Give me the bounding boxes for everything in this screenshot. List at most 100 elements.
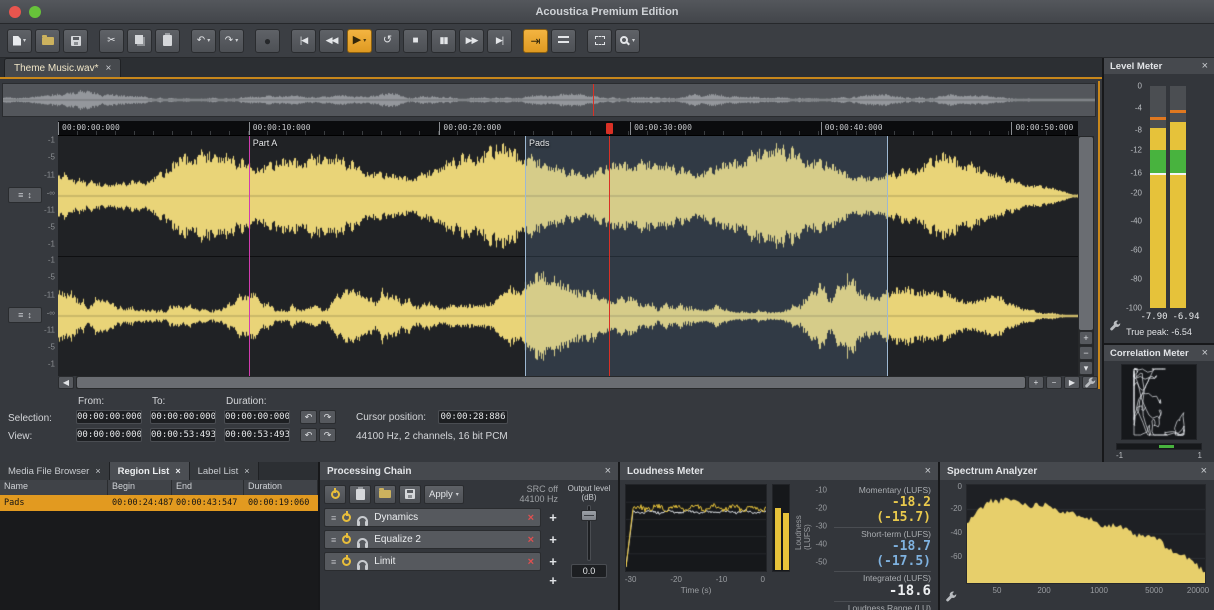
selection-duration-field[interactable] xyxy=(224,410,290,424)
power-icon[interactable] xyxy=(342,557,351,566)
record-button[interactable]: ● xyxy=(255,29,280,53)
mixer-button[interactable] xyxy=(551,29,576,53)
zoom-tool-button[interactable]: ▾ xyxy=(615,29,640,53)
tab-label-list[interactable]: Label List× xyxy=(190,462,259,480)
vscroll-thumb[interactable] xyxy=(1079,137,1093,330)
view-to-field[interactable] xyxy=(150,428,216,442)
close-icon[interactable]: × xyxy=(175,466,180,476)
remove-effect-icon[interactable]: × xyxy=(528,512,534,524)
chain-copy-button[interactable] xyxy=(349,485,371,504)
drag-handle-icon[interactable]: ≡ xyxy=(331,513,336,523)
level-meter-settings-button[interactable] xyxy=(1109,320,1121,335)
headphones-icon[interactable] xyxy=(357,560,368,567)
play-button[interactable]: ▶▾ xyxy=(347,29,372,53)
maximize-window-button[interactable] xyxy=(29,6,41,18)
tab-close-icon[interactable]: × xyxy=(105,63,111,74)
column-duration[interactable]: Duration xyxy=(244,480,318,495)
view-duration-field[interactable] xyxy=(224,428,290,442)
add-effect-button[interactable]: + xyxy=(546,555,560,568)
output-level-value[interactable]: 0.0 xyxy=(571,564,607,578)
scroll-left-button[interactable]: ◀ xyxy=(58,376,74,389)
tab-region-list[interactable]: Region List× xyxy=(110,462,190,480)
new-file-button[interactable]: ▾ xyxy=(7,29,32,53)
output-level-slider[interactable] xyxy=(581,505,597,561)
hscroll-thumb[interactable] xyxy=(77,377,1025,388)
playhead-marker[interactable] xyxy=(606,123,613,134)
chain-save-button[interactable] xyxy=(399,485,421,504)
hscroll-track[interactable] xyxy=(76,376,1026,389)
follow-playhead-button[interactable]: ⇥ xyxy=(523,29,548,53)
chain-item-equalize[interactable]: ≡ Equalize 2 × xyxy=(324,530,541,549)
cursor-position-field[interactable] xyxy=(438,410,508,424)
selection-undo-button[interactable]: ↶ xyxy=(300,410,317,424)
region-row-pads[interactable]: Pads 00:00:24:487 00:00:43:547 00:00:19:… xyxy=(0,495,318,511)
headphones-icon[interactable] xyxy=(357,538,368,545)
selection-from-field[interactable] xyxy=(76,410,142,424)
chain-power-button[interactable] xyxy=(324,485,346,504)
marker-line-part-a[interactable] xyxy=(249,136,250,376)
forward-button[interactable]: ▶▶ xyxy=(459,29,484,53)
column-name[interactable]: Name xyxy=(0,480,108,495)
view-undo-button[interactable]: ↶ xyxy=(300,428,317,442)
copy-button[interactable] xyxy=(127,29,152,53)
cut-button[interactable]: ✂ xyxy=(99,29,124,53)
close-icon[interactable]: × xyxy=(244,466,249,476)
zoom-out-vertical-button[interactable]: − xyxy=(1079,346,1093,360)
chain-open-button[interactable] xyxy=(374,485,396,504)
save-file-button[interactable] xyxy=(63,29,88,53)
drag-handle-icon[interactable]: ≡ xyxy=(331,535,336,545)
overview-waveform[interactable] xyxy=(2,83,1096,117)
channel2-controls[interactable]: ≡↕ xyxy=(8,307,42,323)
open-file-button[interactable] xyxy=(35,29,60,53)
close-icon[interactable]: × xyxy=(1202,60,1208,72)
power-icon[interactable] xyxy=(342,513,351,522)
goto-start-button[interactable]: |◀ xyxy=(291,29,316,53)
column-end[interactable]: End xyxy=(172,480,244,495)
power-icon[interactable] xyxy=(342,535,351,544)
tab-media-file-browser[interactable]: Media File Browser× xyxy=(0,462,110,480)
paste-button[interactable] xyxy=(155,29,180,53)
zoom-in-vertical-button[interactable]: + xyxy=(1079,331,1093,345)
drag-handle-icon[interactable]: ≡ xyxy=(331,557,336,567)
timeline-ruler[interactable]: 00:00:00:000 00:00:10:000 00:00:20:000 0… xyxy=(58,121,1078,136)
selection-region-pads[interactable] xyxy=(525,136,888,376)
selection-tool-button[interactable] xyxy=(587,29,612,53)
column-begin[interactable]: Begin xyxy=(108,480,172,495)
scroll-right-button[interactable]: ▶ xyxy=(1064,376,1080,389)
editor-settings-button[interactable] xyxy=(1082,376,1098,389)
close-window-button[interactable] xyxy=(9,6,21,18)
slider-thumb[interactable] xyxy=(581,510,597,521)
stop-button[interactable]: ■ xyxy=(403,29,428,53)
zoom-out-horizontal-button[interactable]: − xyxy=(1046,376,1062,389)
selection-to-field[interactable] xyxy=(150,410,216,424)
loop-button[interactable]: ↺ xyxy=(375,29,400,53)
view-redo-button[interactable]: ↷ xyxy=(319,428,336,442)
pause-button[interactable]: ▮▮ xyxy=(431,29,456,53)
zoom-menu-button[interactable]: ▾ xyxy=(1079,361,1093,375)
remove-effect-icon[interactable]: × xyxy=(528,534,534,546)
chain-item-dynamics[interactable]: ≡ Dynamics × xyxy=(324,508,541,527)
view-from-field[interactable] xyxy=(76,428,142,442)
rewind-button[interactable]: ◀◀ xyxy=(319,29,344,53)
selection-redo-button[interactable]: ↷ xyxy=(319,410,336,424)
goto-end-button[interactable]: ▶| xyxy=(487,29,512,53)
remove-effect-icon[interactable]: × xyxy=(528,556,534,568)
waveform-display[interactable]: Part A Pads xyxy=(58,136,1078,376)
add-effect-button[interactable]: + xyxy=(546,574,560,587)
close-icon[interactable]: × xyxy=(1202,347,1208,359)
close-icon[interactable]: × xyxy=(925,465,931,477)
close-icon[interactable]: × xyxy=(1201,465,1207,477)
close-icon[interactable]: × xyxy=(605,465,611,477)
undo-button[interactable]: ↶▾ xyxy=(191,29,216,53)
channel1-controls[interactable]: ≡↕ xyxy=(8,187,42,203)
tab-theme-music[interactable]: Theme Music.wav* × xyxy=(4,58,121,77)
apply-button[interactable]: Apply▾ xyxy=(424,485,464,504)
headphones-icon[interactable] xyxy=(357,516,368,523)
redo-button[interactable]: ↷▾ xyxy=(219,29,244,53)
add-effect-button[interactable]: + xyxy=(546,533,560,546)
close-icon[interactable]: × xyxy=(95,466,100,476)
spectrum-settings-button[interactable] xyxy=(945,591,957,606)
add-effect-button[interactable]: + xyxy=(546,511,560,524)
zoom-in-horizontal-button[interactable]: + xyxy=(1028,376,1044,389)
chain-item-limit[interactable]: ≡ Limit × xyxy=(324,552,541,571)
